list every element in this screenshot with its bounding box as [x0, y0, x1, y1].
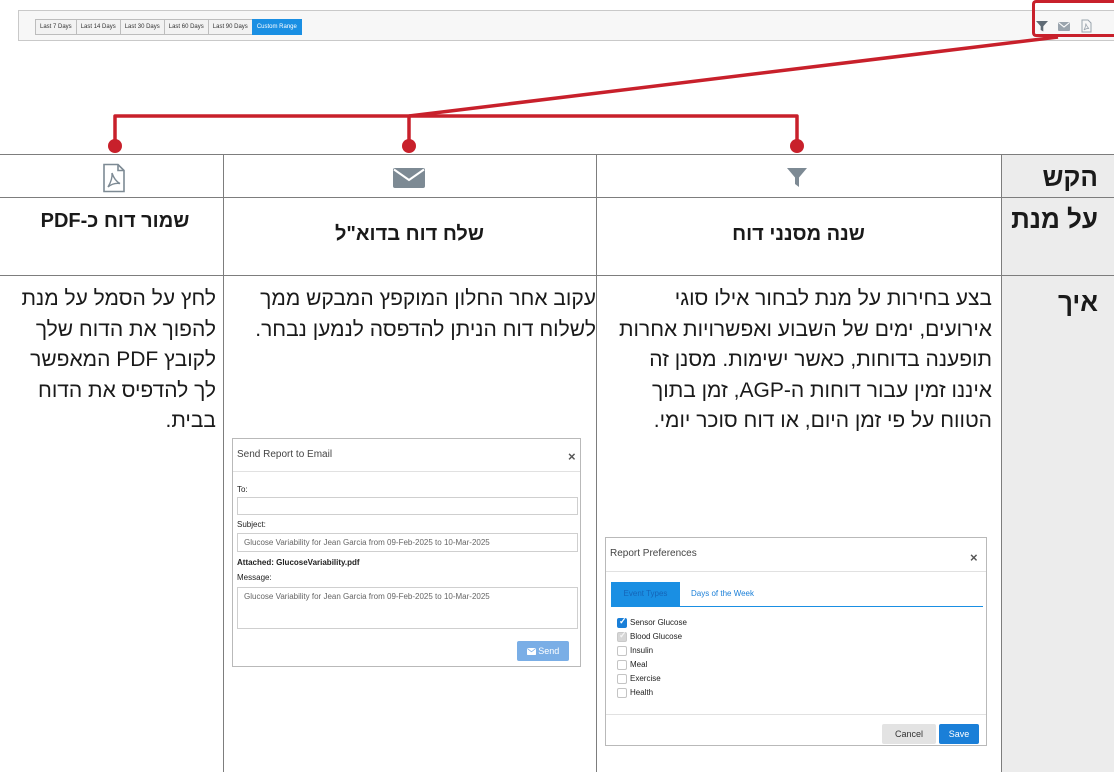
row-label-key: הקש [1042, 162, 1098, 192]
envelope-icon [393, 168, 425, 188]
option-label: Health [630, 688, 654, 697]
description-change-report-filters: בצע בחירות על מנת לבחור אילו סוגי אירועי… [619, 287, 992, 432]
table-column-divider [1001, 154, 1002, 772]
save-button[interactable]: Save [939, 724, 979, 744]
to-label: To: [237, 485, 248, 494]
title-save-pdf: שמור דוח כ-PDF [40, 210, 190, 232]
table-row-divider [0, 197, 1114, 198]
option-exercise[interactable]: Exercise [617, 673, 661, 684]
checkbox[interactable] [617, 659, 627, 670]
description-email-report: עקוב אחר החלון המוקפץ המבקש ממך לשלוח דו… [255, 287, 596, 341]
checkbox[interactable] [617, 645, 627, 656]
title-change-report-filters: שנה מסנני דוח [732, 223, 865, 245]
callout-dot-pdf [108, 139, 122, 153]
cancel-button[interactable]: Cancel [882, 724, 936, 744]
option-label: Meal [630, 660, 648, 669]
dialog-divider [606, 714, 986, 715]
dialog-title: Report Preferences [610, 548, 697, 559]
dialog-divider [606, 571, 986, 572]
dialog-divider [233, 471, 580, 472]
tab-event-types[interactable]: Event Types [611, 582, 680, 606]
subject-input[interactable]: Glucose Variability for Jean Garcia from… [237, 533, 578, 552]
to-input[interactable] [237, 497, 578, 515]
option-label: Sensor Glucose [630, 618, 687, 627]
option-meal[interactable]: Meal [617, 659, 647, 670]
attachment-label: Attached: GlucoseVariability.pdf [237, 558, 360, 567]
checkbox[interactable] [617, 616, 627, 628]
title-email-report: שלח דוח בדוא"ל [335, 223, 484, 245]
option-health[interactable]: Health [617, 687, 653, 698]
option-sensor-glucose[interactable]: Sensor Glucose [617, 616, 687, 628]
row-label-column [1001, 154, 1114, 772]
send-button-label: Send [538, 646, 560, 656]
report-preferences-dialog: Report Preferences × Event Types Days of… [605, 537, 987, 746]
option-label: Exercise [630, 674, 661, 683]
close-icon[interactable]: × [568, 450, 576, 463]
callout-dot-email [402, 139, 416, 153]
option-label: Blood Glucose [630, 632, 683, 641]
table-top-border [0, 154, 1114, 155]
envelope-icon [526, 647, 536, 655]
checkbox[interactable] [617, 687, 627, 698]
checkbox[interactable] [617, 673, 627, 684]
send-button[interactable]: Send [517, 641, 569, 661]
dialog-title: Send Report to Email [237, 449, 333, 460]
tab-underline [611, 606, 983, 607]
description-save-pdf: לחץ על הסמל על מנת להפוך את הדוח שלך לקו… [21, 287, 216, 432]
callout-dot-filter [790, 139, 804, 153]
row-label-purpose: על מנת [1011, 204, 1098, 234]
option-blood-glucose[interactable]: Blood Glucose [617, 630, 683, 642]
checkbox[interactable] [617, 630, 627, 642]
tab-days-of-the-week[interactable]: Days of the Week [691, 582, 754, 606]
close-icon[interactable]: × [970, 551, 978, 564]
table-column-divider [223, 154, 224, 772]
row-label-how: איך [1057, 287, 1098, 317]
table-row-divider [0, 275, 1114, 276]
option-label: Insulin [630, 646, 654, 655]
option-insulin[interactable]: Insulin [617, 645, 653, 656]
send-report-email-dialog: Send Report to Email × To: Subject: Gluc… [232, 438, 581, 667]
pdf-icon [103, 163, 125, 193]
subject-label: Subject: [237, 520, 266, 529]
message-label: Message: [237, 573, 272, 582]
message-textarea[interactable]: Glucose Variability for Jean Garcia from… [237, 587, 578, 629]
callout-connectors [108, 35, 1059, 153]
filter-icon [787, 168, 807, 187]
table-column-divider [596, 154, 597, 772]
